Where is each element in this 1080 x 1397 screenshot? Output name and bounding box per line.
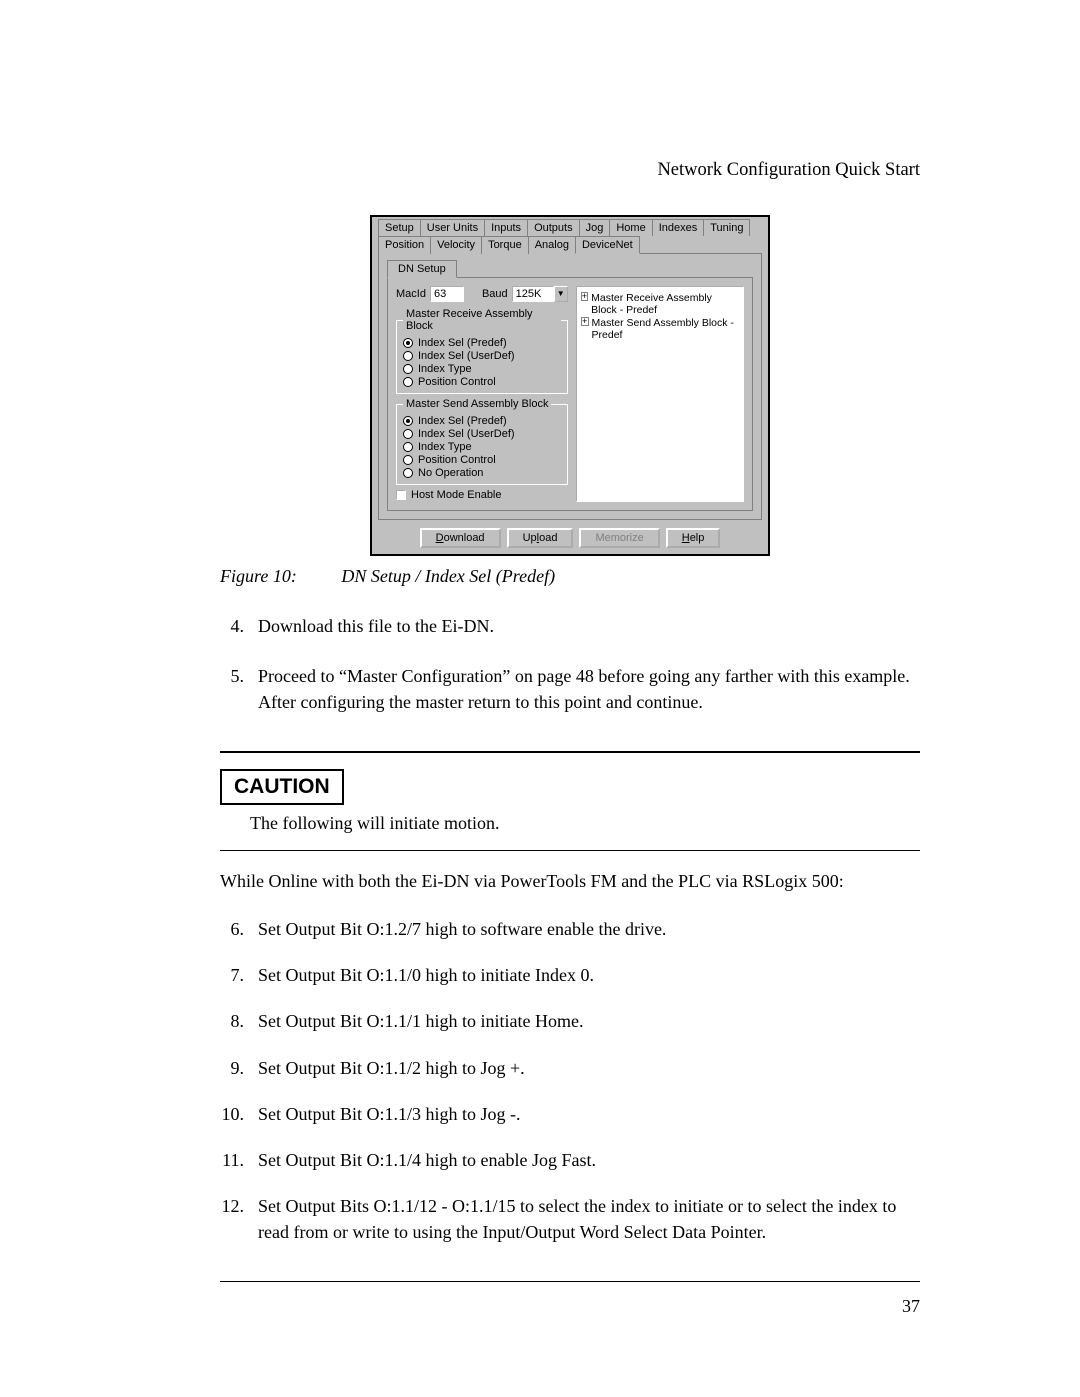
master-send-group: Master Send Assembly Block Index Sel (Pr… bbox=[396, 398, 568, 485]
tabs-row-2: Position Velocity Torque Analog DeviceNe… bbox=[378, 236, 762, 254]
step-11: 11.Set Output Bit O:1.1/4 high to enable… bbox=[220, 1147, 920, 1173]
page-number: 37 bbox=[220, 1296, 920, 1317]
radio-label: Index Sel (Predef) bbox=[418, 415, 507, 427]
macid-field[interactable]: 63 bbox=[430, 286, 464, 302]
caution-box: CAUTION bbox=[220, 769, 344, 805]
radio-label: Index Type bbox=[418, 363, 472, 375]
dialog-buttons: Download Upload Memorize Help bbox=[378, 528, 762, 548]
master-receive-legend: Master Receive Assembly Block bbox=[403, 308, 561, 332]
tab-user-units[interactable]: User Units bbox=[420, 219, 485, 236]
radio-send-predef[interactable] bbox=[403, 416, 413, 426]
tab-setup[interactable]: Setup bbox=[378, 219, 421, 236]
tab-velocity[interactable]: Velocity bbox=[430, 236, 482, 254]
radio-label: Index Sel (Predef) bbox=[418, 337, 507, 349]
figure-caption: Figure 10: DN Setup / Index Sel (Predef) bbox=[220, 566, 920, 587]
step-10: 10.Set Output Bit O:1.1/3 high to Jog -. bbox=[220, 1101, 920, 1127]
tree-label: Master Receive Assembly Block - Predef bbox=[591, 292, 739, 316]
host-mode-checkbox[interactable] bbox=[396, 490, 406, 500]
assembly-tree[interactable]: +Master Receive Assembly Block - Predef … bbox=[576, 286, 744, 502]
caution-text: The following will initiate motion. bbox=[250, 813, 920, 834]
radio-label: No Operation bbox=[418, 467, 483, 479]
radio-recv-poscontrol[interactable] bbox=[403, 377, 413, 387]
step-9: 9.Set Output Bit O:1.1/2 high to Jog +. bbox=[220, 1055, 920, 1081]
radio-label: Index Type bbox=[418, 441, 472, 453]
devicenet-pane: DN Setup MacId 63 Baud 125K ▼ Maste bbox=[378, 253, 762, 520]
inner-tab-dn-setup[interactable]: DN Setup bbox=[387, 260, 457, 278]
tab-outputs[interactable]: Outputs bbox=[527, 219, 580, 236]
radio-label: Index Sel (UserDef) bbox=[418, 350, 515, 362]
host-mode-label: Host Mode Enable bbox=[411, 489, 502, 501]
tab-analog[interactable]: Analog bbox=[528, 236, 576, 254]
tab-jog[interactable]: Jog bbox=[579, 219, 611, 236]
online-paragraph: While Online with both the Ei-DN via Pow… bbox=[220, 871, 920, 892]
steps-before-caution: 4.Download this file to the Ei-DN. 5.Pro… bbox=[220, 613, 920, 715]
step-5: 5.Proceed to “Master Configuration” on p… bbox=[220, 663, 920, 715]
radio-send-userdef[interactable] bbox=[403, 429, 413, 439]
help-button[interactable]: Help bbox=[666, 528, 721, 548]
step-8: 8.Set Output Bit O:1.1/1 high to initiat… bbox=[220, 1008, 920, 1034]
footer-divider bbox=[220, 1281, 920, 1282]
upload-button[interactable]: Upload bbox=[507, 528, 574, 548]
figure-number: Figure 10: bbox=[220, 566, 297, 586]
dn-setup-inner: MacId 63 Baud 125K ▼ Master Receive Asse… bbox=[387, 277, 753, 511]
dn-setup-dialog: Setup User Units Inputs Outputs Jog Home… bbox=[370, 215, 770, 556]
radio-label: Index Sel (UserDef) bbox=[418, 428, 515, 440]
steps-after-caution: 6.Set Output Bit O:1.2/7 high to softwar… bbox=[220, 916, 920, 1245]
tabs-row-1: Setup User Units Inputs Outputs Jog Home… bbox=[378, 219, 762, 236]
baud-value: 125K bbox=[512, 286, 554, 302]
baud-label: Baud bbox=[482, 288, 508, 300]
step-7: 7.Set Output Bit O:1.1/0 high to initiat… bbox=[220, 962, 920, 988]
tree-item[interactable]: +Master Receive Assembly Block - Predef bbox=[581, 292, 739, 316]
figure-title: DN Setup / Index Sel (Predef) bbox=[341, 566, 555, 586]
radio-label: Position Control bbox=[418, 376, 496, 388]
tab-inputs[interactable]: Inputs bbox=[484, 219, 528, 236]
divider bbox=[220, 751, 920, 753]
step-6: 6.Set Output Bit O:1.2/7 high to softwar… bbox=[220, 916, 920, 942]
tree-label: Master Send Assembly Block - Predef bbox=[592, 317, 739, 341]
divider bbox=[220, 850, 920, 851]
radio-recv-predef[interactable] bbox=[403, 338, 413, 348]
radio-label: Position Control bbox=[418, 454, 496, 466]
tab-position[interactable]: Position bbox=[378, 236, 431, 254]
tree-item[interactable]: +Master Send Assembly Block - Predef bbox=[581, 317, 739, 341]
step-4: 4.Download this file to the Ei-DN. bbox=[220, 613, 920, 639]
page-header: Network Configuration Quick Start bbox=[220, 160, 920, 181]
radio-send-poscontrol[interactable] bbox=[403, 455, 413, 465]
radio-send-noop[interactable] bbox=[403, 468, 413, 478]
macid-label: MacId bbox=[396, 288, 426, 300]
baud-combo[interactable]: 125K ▼ bbox=[512, 286, 568, 302]
tab-tuning[interactable]: Tuning bbox=[703, 219, 750, 236]
radio-recv-indextype[interactable] bbox=[403, 364, 413, 374]
tab-home[interactable]: Home bbox=[609, 219, 652, 236]
plus-icon[interactable]: + bbox=[581, 292, 588, 301]
radio-recv-userdef[interactable] bbox=[403, 351, 413, 361]
step-12: 12.Set Output Bits O:1.1/12 - O:1.1/15 t… bbox=[220, 1193, 920, 1245]
tab-devicenet[interactable]: DeviceNet bbox=[575, 236, 640, 254]
plus-icon[interactable]: + bbox=[581, 317, 589, 326]
radio-send-indextype[interactable] bbox=[403, 442, 413, 452]
chevron-down-icon[interactable]: ▼ bbox=[554, 286, 568, 302]
master-receive-group: Master Receive Assembly Block Index Sel … bbox=[396, 308, 568, 394]
tab-indexes[interactable]: Indexes bbox=[652, 219, 705, 236]
memorize-button: Memorize bbox=[579, 528, 659, 548]
download-button[interactable]: Download bbox=[420, 528, 501, 548]
master-send-legend: Master Send Assembly Block bbox=[403, 398, 551, 410]
tab-torque[interactable]: Torque bbox=[481, 236, 529, 254]
